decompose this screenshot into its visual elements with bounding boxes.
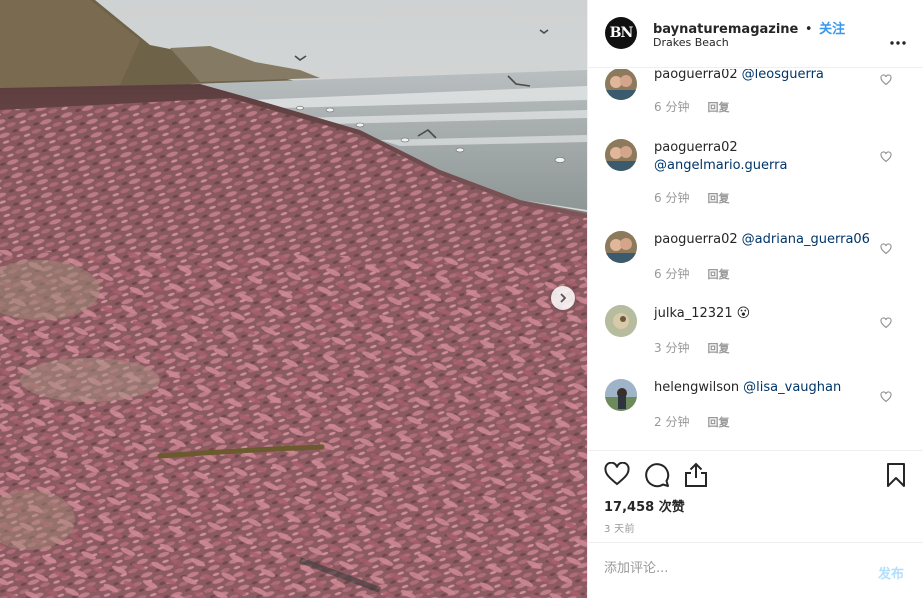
reply-button[interactable]: 回复 <box>707 342 729 355</box>
post-time[interactable]: 3 天前 <box>604 520 635 535</box>
comment-icon[interactable] <box>644 462 670 492</box>
heart-icon[interactable] <box>880 71 892 90</box>
comment-mention[interactable]: @lisa_vaughan <box>743 380 841 395</box>
account-avatar[interactable]: BN <box>605 17 637 49</box>
heart-icon[interactable] <box>880 148 892 167</box>
follow-button[interactable]: 关注 <box>819 22 845 37</box>
reply-button[interactable]: 回复 <box>707 192 729 205</box>
comment-text: julka_12321 😮 <box>654 305 880 323</box>
comment-username[interactable]: paoguerra02 <box>654 139 876 157</box>
account-username[interactable]: baynaturemagazine <box>653 22 798 37</box>
like-heart-icon[interactable] <box>604 461 630 490</box>
post-photo[interactable] <box>0 0 587 598</box>
comment-mention[interactable]: @angelmario.guerra <box>654 157 880 175</box>
comment-username[interactable]: julka_12321 <box>654 306 733 321</box>
comment-meta: 6 分钟 回复 <box>654 98 729 115</box>
comment-text: helengwilson @lisa_vaughan <box>654 379 880 397</box>
chevron-right-icon <box>558 293 568 303</box>
post-actions-bar: 17,458 次赞 3 天前 <box>588 450 923 542</box>
instagram-post-viewer: BN baynaturemagazine • 关注 Drakes Beach p… <box>0 0 923 598</box>
comment-meta: 6 分钟 回复 <box>654 189 729 206</box>
comment-username[interactable]: paoguerra02 <box>654 69 738 82</box>
comment-mention[interactable]: @adriana_guerra06 <box>742 232 870 247</box>
comment-time[interactable]: 6 分钟 <box>654 267 689 281</box>
commenter-avatar[interactable] <box>605 305 637 337</box>
likes-count[interactable]: 17,458 次赞 <box>604 496 685 515</box>
heart-icon[interactable] <box>880 314 892 333</box>
comment-text: paoguerra02 @angelmario.guerra <box>654 139 880 175</box>
comment-mention[interactable]: @leosguerra <box>742 69 824 82</box>
reply-button[interactable]: 回复 <box>707 101 729 114</box>
add-comment-input[interactable] <box>604 561 854 576</box>
bookmark-icon[interactable] <box>886 462 906 492</box>
commenter-avatar[interactable] <box>605 139 637 171</box>
post-header: BN baynaturemagazine • 关注 Drakes Beach <box>588 0 923 68</box>
post-location[interactable]: Drakes Beach <box>653 36 729 49</box>
post-comment-button[interactable]: 发布 <box>878 563 904 582</box>
comment-meta: 2 分钟 回复 <box>654 413 729 430</box>
next-photo-button[interactable] <box>551 286 575 310</box>
heart-icon[interactable] <box>880 240 892 259</box>
account-line: baynaturemagazine • 关注 <box>653 18 845 37</box>
comment-meta: 6 分钟 回复 <box>654 265 729 282</box>
reply-button[interactable]: 回复 <box>707 268 729 281</box>
comment-time[interactable]: 3 分钟 <box>654 341 689 355</box>
comment-time[interactable]: 2 分钟 <box>654 415 689 429</box>
commenter-avatar[interactable] <box>605 69 637 100</box>
comment-text: paoguerra02 @leosguerra <box>654 69 880 84</box>
heart-icon[interactable] <box>880 388 892 407</box>
comment-username[interactable]: paoguerra02 <box>654 232 738 247</box>
separator-dot: • <box>804 22 813 37</box>
comment-meta: 3 分钟 回复 <box>654 339 729 356</box>
add-comment-bar: 发布 <box>588 542 923 598</box>
comment-text: paoguerra02 @adriana_guerra06 <box>654 231 880 249</box>
commenter-avatar[interactable] <box>605 379 637 411</box>
commenter-avatar[interactable] <box>605 231 637 263</box>
post-side-panel: BN baynaturemagazine • 关注 Drakes Beach p… <box>587 0 923 598</box>
reply-button[interactable]: 回复 <box>707 416 729 429</box>
comments-list[interactable]: paoguerra02 @leosguerra 6 分钟 回复 paoguerra0… <box>588 69 923 449</box>
surprised-emoji: 😮 <box>736 306 751 321</box>
beach-photo-image <box>0 0 587 598</box>
comment-time[interactable]: 6 分钟 <box>654 100 689 114</box>
comment-time[interactable]: 6 分钟 <box>654 191 689 205</box>
comment-username[interactable]: helengwilson <box>654 380 739 395</box>
share-icon[interactable] <box>684 462 708 492</box>
more-horizontal-icon[interactable] <box>890 30 906 49</box>
